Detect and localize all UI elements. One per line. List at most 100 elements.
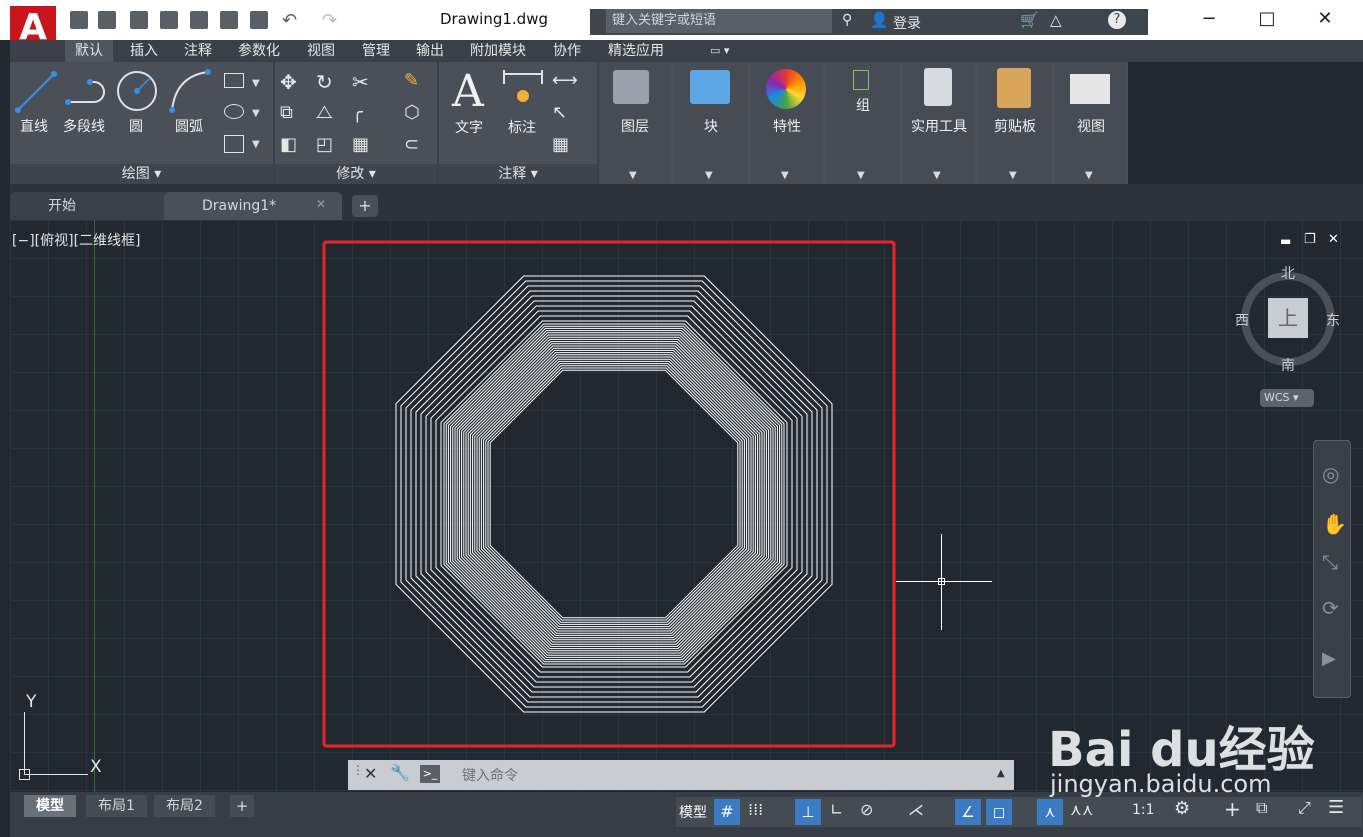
leader-icon[interactable]: ↖ [552,102,567,123]
import-icon[interactable] [190,11,208,29]
table-icon[interactable]: ▦ [552,134,569,155]
chevron-down-icon[interactable]: ▼ [705,170,713,181]
redo-icon[interactable]: ↷ [322,10,337,31]
chevron-down-icon[interactable]: ▼ [1009,170,1017,181]
login-button[interactable]: 登录 [893,13,921,33]
new-file-icon[interactable] [70,11,88,29]
ellipse-icon[interactable] [224,104,244,119]
compass-north[interactable]: 北 [1281,263,1295,283]
linear-dim-icon[interactable]: ⟷ [552,70,578,91]
erase-icon[interactable]: ✎ [404,70,419,91]
explode-icon[interactable]: ⬡ [404,102,420,123]
model-space-button[interactable]: 模型 [679,802,707,822]
annotation-panel-title[interactable]: 注释 ▾ [439,164,597,184]
minimize-icon[interactable]: − [1197,8,1221,32]
a360-icon[interactable]: △ [1050,11,1062,29]
fullscreen-icon[interactable]: ⤢ [1298,798,1311,818]
tab-view[interactable]: 视图 [307,40,335,62]
text-icon[interactable]: A [452,66,484,117]
modify-panel-title[interactable]: 修改 ▾ [275,164,437,184]
trim-icon[interactable]: ✂ [352,70,369,94]
chevron-down-icon[interactable]: ▼ [629,170,637,181]
showmotion-icon[interactable]: ▶ [1322,648,1336,669]
chevron-down-icon[interactable]: ▼ [1085,170,1093,181]
tab-featured-apps[interactable]: 精选应用 [608,40,664,62]
print-icon[interactable] [250,11,268,29]
command-expand-icon[interactable]: ▲ [997,768,1005,779]
offset-icon[interactable]: ⊂ [404,134,419,155]
viewport-close-icon[interactable]: ✕ [1328,232,1339,247]
tab-parametric[interactable]: 参数化 [238,40,280,62]
command-close-icon[interactable]: ✕ [364,764,377,783]
line-icon[interactable] [14,68,60,114]
circle-label[interactable]: 圆 [129,116,143,136]
save-icon[interactable] [130,11,148,29]
stretch-icon[interactable]: ◧ [280,134,297,155]
open-file-icon[interactable] [98,11,116,29]
maximize-icon[interactable]: □ [1255,8,1279,32]
move-icon[interactable]: ✥ [280,70,297,94]
steering-wheel-icon[interactable]: ◎ [1322,462,1339,486]
text-label[interactable]: 文字 [455,117,483,137]
hatch-icon[interactable] [224,135,244,153]
compass-west[interactable]: 西 [1235,310,1249,330]
grip-icon[interactable]: ⋮ [352,763,364,777]
close-icon[interactable]: ✕ [1313,8,1337,32]
polyline-label[interactable]: 多段线 [63,116,105,136]
chevron-down-icon[interactable]: ▼ [252,139,260,150]
command-input[interactable]: 键入命令 [462,765,518,785]
export-icon[interactable] [220,11,238,29]
circle-icon[interactable] [114,68,160,114]
viewport-restore-icon[interactable]: ❐ [1304,232,1316,247]
chevron-down-icon[interactable]: ▼ [252,78,260,89]
menu-icon[interactable]: ☰ [1328,797,1344,818]
array-icon[interactable]: ▦ [352,134,369,155]
tab-insert[interactable]: 插入 [130,40,158,62]
line-label[interactable]: 直线 [20,116,48,136]
polyline-icon[interactable] [64,72,108,112]
command-history-icon[interactable]: >_ [420,765,440,783]
tab-default[interactable]: 默认 [65,40,113,62]
scale-menu[interactable]: 1:1 [1132,802,1155,818]
cart-icon[interactable]: 🛒 [1020,11,1039,29]
pan-icon[interactable]: ✋ [1322,512,1347,536]
viewport-controls-label[interactable]: [−][俯视][二维线框] [12,230,141,250]
help-icon[interactable]: ? [1108,11,1126,29]
fillet-icon[interactable]: ╭ [352,102,363,123]
tab-manage[interactable]: 管理 [362,40,390,62]
close-tab-icon[interactable]: ✕ [316,197,326,211]
command-customize-icon[interactable]: 🔧 [390,763,410,782]
compass-south[interactable]: 南 [1281,355,1295,375]
tab-addins[interactable]: 附加模块 [470,40,526,62]
new-tab-icon[interactable]: + [352,195,378,217]
dimension-label[interactable]: 标注 [508,117,536,137]
dimension-icon[interactable] [502,70,544,110]
undo-icon[interactable]: ↶ [282,10,297,31]
osnap-tracking-icon[interactable]: ⋌ [908,800,924,819]
viewcube-top[interactable]: 上 [1268,298,1308,338]
copy-icon[interactable]: ⧉ [280,102,293,123]
new-layout-icon[interactable]: + [230,795,254,817]
wcs-menu[interactable]: WCS ▾ [1260,389,1314,407]
tab-annotate[interactable]: 注释 [184,40,212,62]
isodraft-icon[interactable]: ∠ [955,799,981,825]
plus-icon[interactable]: + [1224,797,1241,821]
grid-icon[interactable]: # [714,799,740,825]
orbit-icon[interactable]: ⟳ [1322,596,1339,620]
scale-icon[interactable]: ◰ [316,134,333,155]
infer-constraints-icon[interactable]: ⊥ [795,799,821,825]
save-as-icon[interactable] [160,11,178,29]
arc-icon[interactable] [168,68,214,114]
chevron-down-icon[interactable]: ▼ [933,170,941,181]
tab-layout2[interactable]: 布局2 [154,795,215,817]
gear-icon[interactable]: ⚙ [1174,798,1190,819]
annotation-visibility-icon[interactable]: ⋏⋏ [1070,800,1093,819]
mirror-icon[interactable]: ⧍ [316,102,333,123]
object-snap-icon[interactable]: ◻ [986,799,1012,825]
chevron-down-icon[interactable]: ▼ [857,170,865,181]
viewport-minimize-icon[interactable]: ▬ [1280,234,1291,248]
tab-collaborate[interactable]: 协作 [553,40,581,62]
chevron-down-icon[interactable]: ▼ [252,108,260,119]
snap-icon[interactable]: ⁞⁞⁞ [748,800,763,819]
zoom-extents-icon[interactable]: ⤡ [1322,550,1338,574]
